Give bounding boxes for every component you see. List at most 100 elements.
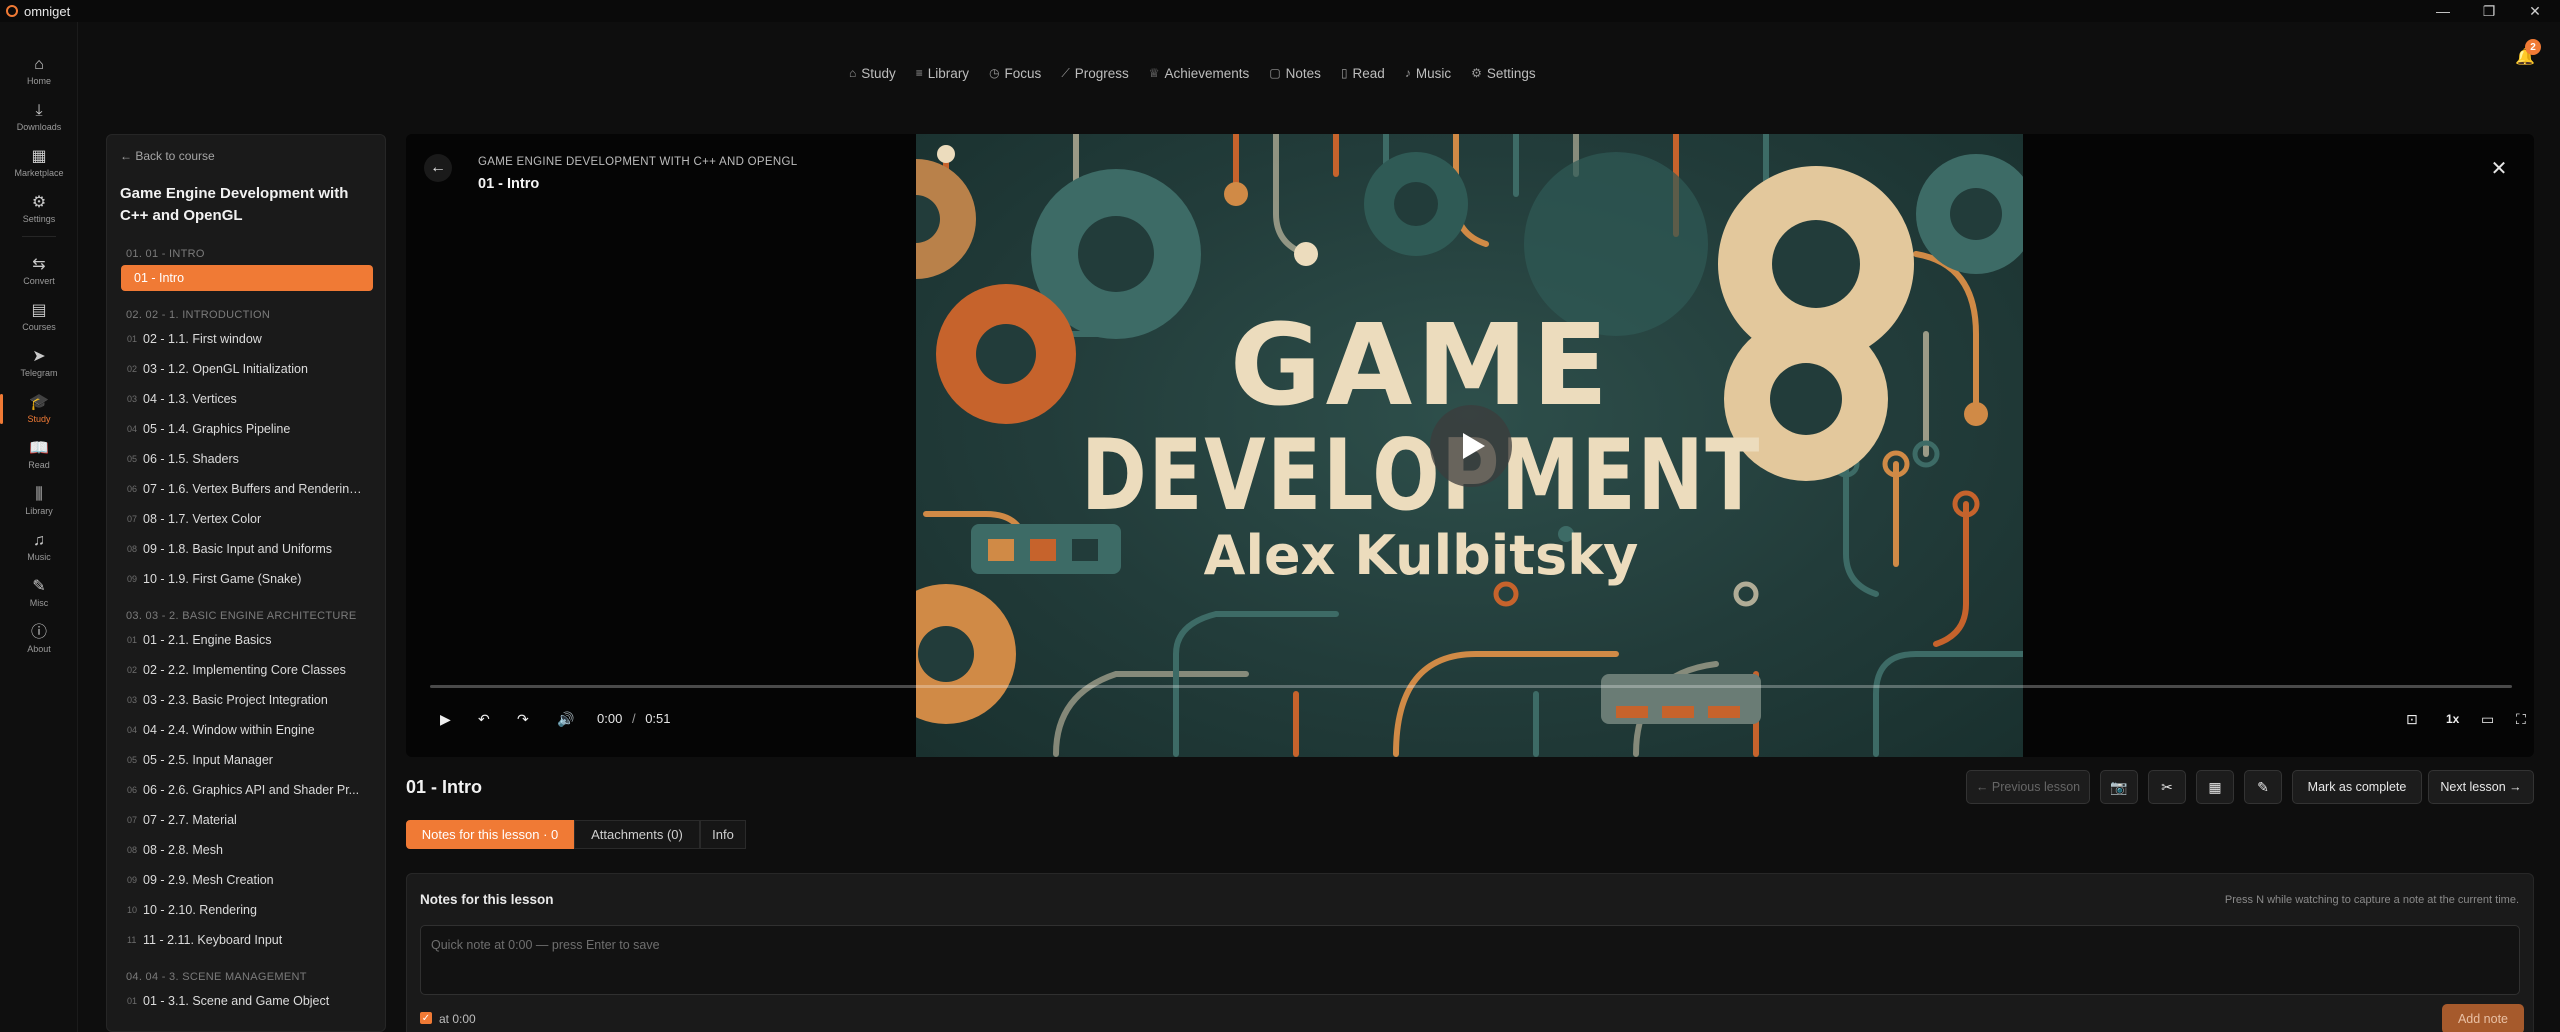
nav-progress[interactable]: ⟋ Progress [1061, 66, 1128, 81]
notes-panel: Notes for this lesson Press N while watc… [406, 873, 2534, 1032]
next-lesson-button[interactable]: Next lesson → [2428, 770, 2534, 804]
nav-read[interactable]: ▯ Read [1341, 66, 1385, 81]
close-window-button[interactable]: ✕ [2512, 0, 2558, 22]
lesson-title: 08 - 2.8. Mesh [143, 843, 223, 857]
rail-item-telegram[interactable]: ➤ Telegram [0, 342, 78, 384]
rail-item-study[interactable]: 🎓 Study [0, 388, 78, 430]
rewind-icon: ↶ [478, 710, 490, 727]
previous-lesson-button[interactable]: ← Previous lesson [1966, 770, 2090, 804]
nav-library[interactable]: ≡ Library [916, 66, 969, 81]
tab-info[interactable]: Info [700, 820, 746, 849]
lesson-title: 07 - 2.7. Material [143, 813, 237, 827]
tab-attachments[interactable]: Attachments (0) [574, 820, 700, 849]
lesson-item[interactable]: 11 11 - 2.11. Keyboard Input [121, 927, 373, 953]
tab-notes[interactable]: Notes for this lesson · 0 [406, 820, 574, 849]
lesson-item[interactable]: 03 03 - 2.3. Basic Project Integration [121, 687, 373, 713]
speed-button[interactable]: 1x [2446, 708, 2459, 730]
music-icon: ♫ [33, 532, 45, 549]
rail-item-read[interactable]: 📖 Read [0, 434, 78, 476]
play-button[interactable]: ▶ [440, 708, 451, 730]
timestamp-checkbox[interactable]: ✓ [420, 1012, 432, 1024]
add-note-button[interactable]: Add note [2442, 1004, 2524, 1032]
lesson-item[interactable]: 01 02 - 1.1. First window [121, 326, 373, 352]
rail-item-courses[interactable]: ▤ Courses [0, 296, 78, 338]
nav-focus[interactable]: ◷ Focus [989, 66, 1041, 81]
lesson-item[interactable]: 06 07 - 1.6. Vertex Buffers and Rendering… [121, 476, 373, 502]
section-heading[interactable]: 03. 03 - 2. BASIC ENGINE ARCHITECTURE [126, 610, 357, 622]
rail-item-misc[interactable]: ✎ Misc [0, 572, 78, 614]
lesson-title: 02 - 1.1. First window [143, 332, 262, 346]
fullscreen-button[interactable]: ⛶ [2516, 708, 2526, 730]
lesson-item[interactable]: 02 03 - 1.2. OpenGL Initialization [121, 356, 373, 382]
volume-icon: 🔊 [557, 710, 575, 727]
lesson-item[interactable]: 04 05 - 1.4. Graphics Pipeline [121, 416, 373, 442]
lesson-number: 01 [127, 635, 138, 645]
big-play-button[interactable] [1430, 405, 1512, 487]
lesson-item[interactable]: 07 08 - 1.7. Vertex Color [121, 506, 373, 532]
section-heading[interactable]: 01. 01 - INTRO [126, 248, 205, 260]
close-icon: ✕ [2490, 157, 2508, 180]
lesson-item[interactable]: 04 04 - 2.4. Window within Engine [121, 717, 373, 743]
rail-item-downloads[interactable]: ⤓ Downloads [0, 96, 78, 138]
nav-music[interactable]: ♪ Music [1405, 66, 1451, 81]
nav-notes[interactable]: ▢ Notes [1269, 66, 1321, 81]
rail-item-library[interactable]: ⫼ Library [0, 480, 78, 522]
lesson-item[interactable]: 10 10 - 2.10. Rendering [121, 897, 373, 923]
lesson-item[interactable]: 01 - Intro [121, 265, 373, 291]
time-display: 0:00 / 0:51 [597, 711, 671, 726]
clip-button[interactable]: ✂ [2148, 770, 2186, 804]
theater-mode-button[interactable]: ▭ [2481, 708, 2494, 730]
lesson-item[interactable]: 01 01 - 2.1. Engine Basics [121, 627, 373, 653]
rail-item-marketplace[interactable]: ▦ Marketplace [0, 142, 78, 184]
lesson-item[interactable]: 09 09 - 2.9. Mesh Creation [121, 867, 373, 893]
video-back-button[interactable]: ← [424, 154, 452, 182]
lesson-number: 04 [127, 725, 138, 735]
back-to-course-link[interactable]: ← Back to course [120, 149, 215, 163]
lesson-number: 03 [127, 695, 138, 705]
rail-item-convert[interactable]: ⇆ Convert [0, 250, 78, 292]
misc-icon: ✎ [32, 578, 46, 595]
lesson-item[interactable]: 09 10 - 1.9. First Game (Snake) [121, 566, 373, 592]
section-heading[interactable]: 04. 04 - 3. SCENE MANAGEMENT [126, 971, 307, 983]
rail-item-music[interactable]: ♫ Music [0, 526, 78, 568]
captions-button[interactable]: ⊡ [2406, 708, 2418, 730]
maximize-button[interactable]: ❐ [2466, 0, 2512, 22]
video-player[interactable]: GAME DEVELOPMENT Alex Kulbitsky ← GAME E… [406, 134, 2534, 757]
section-heading[interactable]: 02. 02 - 1. INTRODUCTION [126, 309, 270, 321]
rail-item-settings[interactable]: ⚙ Settings [0, 188, 78, 230]
lesson-item[interactable]: 05 05 - 2.5. Input Manager [121, 747, 373, 773]
rail-item-home[interactable]: ⌂ Home [0, 50, 78, 92]
volume-button[interactable]: 🔊 [557, 708, 574, 730]
app-title: omniget [24, 3, 71, 19]
nav-settings[interactable]: ⚙ Settings [1471, 66, 1536, 81]
video-close-button[interactable]: ✕ [2485, 154, 2513, 182]
rail-item-label: Courses [22, 322, 56, 332]
lesson-item[interactable]: 08 09 - 1.8. Basic Input and Uniforms [121, 536, 373, 562]
lesson-item[interactable]: 06 06 - 2.6. Graphics API and Shader Pr..… [121, 777, 373, 803]
lesson-item[interactable]: 01 01 - 3.1. Scene and Game Object [121, 988, 373, 1014]
rewind-button[interactable]: ↶ [478, 708, 490, 730]
lesson-item[interactable]: 02 02 - 2.2. Implementing Core Classes [121, 657, 373, 683]
screenshot-button[interactable]: 📷 [2100, 770, 2138, 804]
edit-note-button[interactable]: ✎ [2244, 770, 2282, 804]
rail-item-about[interactable]: ⓘ About [0, 618, 78, 660]
arrow-left-icon: ← [430, 159, 446, 176]
fullscreen-icon: ⛶ [2516, 710, 2526, 727]
notes-icon: ▢ [1269, 66, 1281, 80]
lesson-item[interactable]: 03 04 - 1.3. Vertices [121, 386, 373, 412]
minimize-button[interactable]: — [2420, 0, 2466, 22]
lesson-item[interactable]: 05 06 - 1.5. Shaders [121, 446, 373, 472]
title-bar: omniget [0, 0, 2560, 22]
nav-achievements[interactable]: ♕ Achievements [1149, 66, 1250, 81]
lesson-item[interactable]: 07 07 - 2.7. Material [121, 807, 373, 833]
frames-button[interactable]: ▦ [2196, 770, 2234, 804]
about-icon: ⓘ [30, 624, 47, 641]
lesson-number: 10 [127, 905, 138, 915]
quick-note-input[interactable] [420, 925, 2520, 995]
progress-bar[interactable] [430, 685, 2512, 688]
forward-button[interactable]: ↷ [517, 708, 529, 730]
lesson-item[interactable]: 08 08 - 2.8. Mesh [121, 837, 373, 863]
mark-complete-button[interactable]: Mark as complete [2292, 770, 2422, 804]
nav-label: Achievements [1164, 65, 1250, 81]
nav-study[interactable]: ⌂ Study [849, 66, 896, 81]
